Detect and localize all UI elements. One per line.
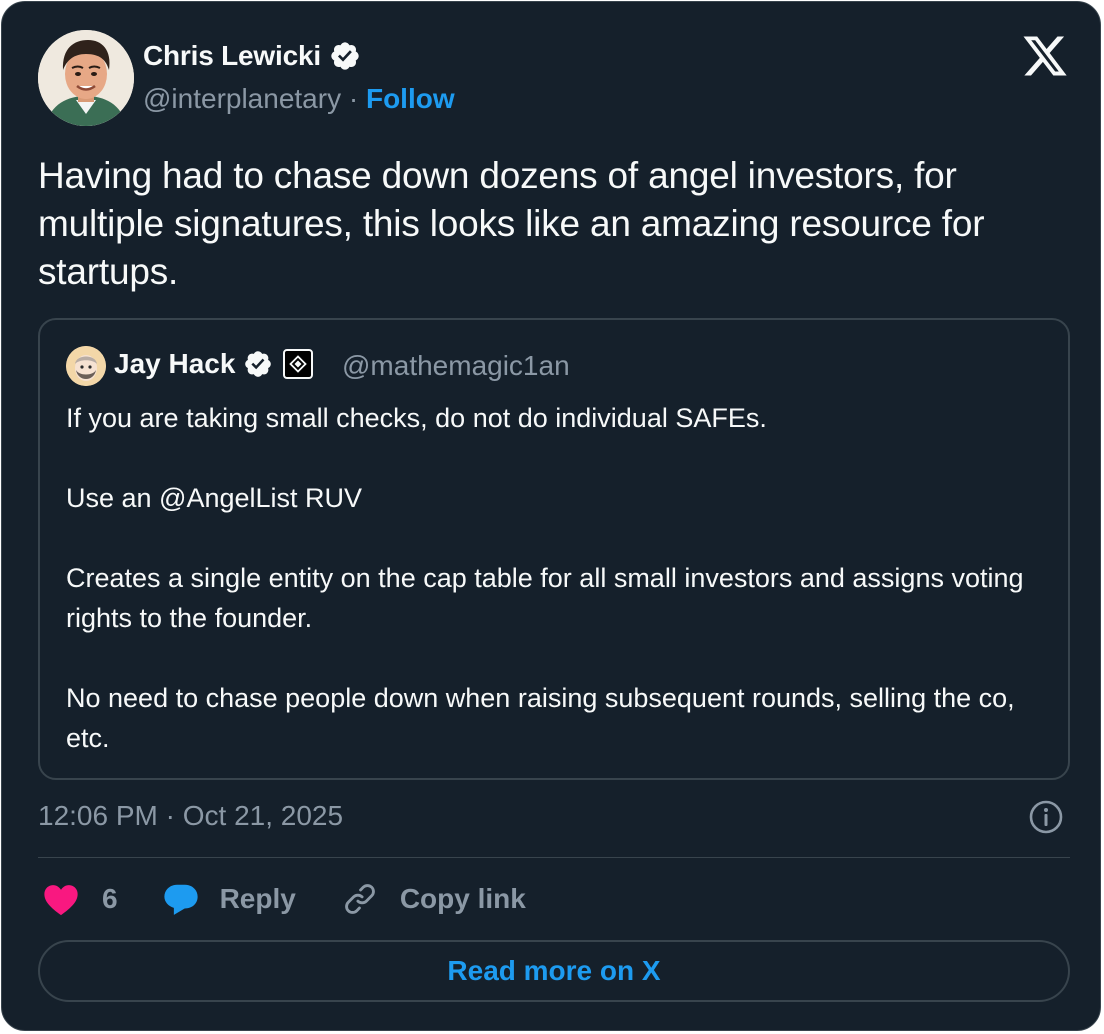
quoted-author-avatar (66, 346, 106, 386)
reply-bubble-icon (163, 884, 198, 915)
quoted-author-name-row: Jay Hack (114, 348, 314, 380)
like-button[interactable]: 6 (42, 881, 118, 917)
link-icon (345, 884, 375, 914)
author-name[interactable]: Chris Lewicki (143, 40, 321, 72)
author-avatar[interactable] (38, 30, 134, 126)
quoted-avatar-illustration (66, 346, 106, 386)
like-count: 6 (102, 883, 118, 914)
quoted-author-name: Jay Hack (114, 348, 236, 379)
read-more-button[interactable]: Read more on X (38, 940, 1070, 1002)
tweet-timestamp[interactable]: 12:06 PM · Oct 21, 2025 (38, 800, 343, 832)
quoted-text: If you are taking small checks, do not d… (66, 398, 1046, 758)
affiliate-badge-icon (283, 349, 314, 379)
copy-link-label: Copy link (399, 883, 526, 914)
quoted-paragraph: No need to chase people down when raisin… (66, 683, 1015, 753)
quoted-author-handle: @mathemagic1an (342, 350, 570, 381)
x-logo-icon[interactable] (1021, 32, 1069, 80)
quoted-paragraph: Use an @AngelList RUV (66, 483, 363, 513)
avatar-illustration (38, 30, 134, 126)
tweet-text: Having had to chase down dozens of angel… (38, 155, 985, 292)
quoted-paragraph: Creates a single entity on the cap table… (66, 563, 1024, 633)
author-handle-row: @interplanetary · Follow (143, 83, 455, 115)
read-more-label: Read more on X (447, 955, 661, 986)
copy-link-button[interactable]: Copy link (342, 881, 526, 917)
verified-badge-icon (329, 40, 361, 72)
divider (38, 857, 1070, 858)
verified-badge-icon (243, 349, 273, 379)
action-bar: 6 Reply Copy link (42, 874, 526, 924)
author-handle[interactable]: @interplanetary (143, 83, 341, 114)
handle-separator: · (348, 83, 359, 114)
tweet-card: Chris Lewicki @interplanetary · Follow H… (1, 1, 1101, 1031)
reply-label: Reply (219, 883, 296, 914)
reply-button[interactable]: Reply (162, 881, 296, 917)
info-icon[interactable] (1028, 799, 1064, 835)
quoted-paragraph: If you are taking small checks, do not d… (66, 403, 767, 433)
quoted-tweet[interactable]: Jay Hack @mathemagic1an If you are takin… (38, 318, 1070, 780)
heart-icon (44, 885, 78, 916)
follow-button[interactable]: Follow (366, 83, 455, 114)
author-name-row[interactable]: Chris Lewicki (143, 40, 361, 72)
